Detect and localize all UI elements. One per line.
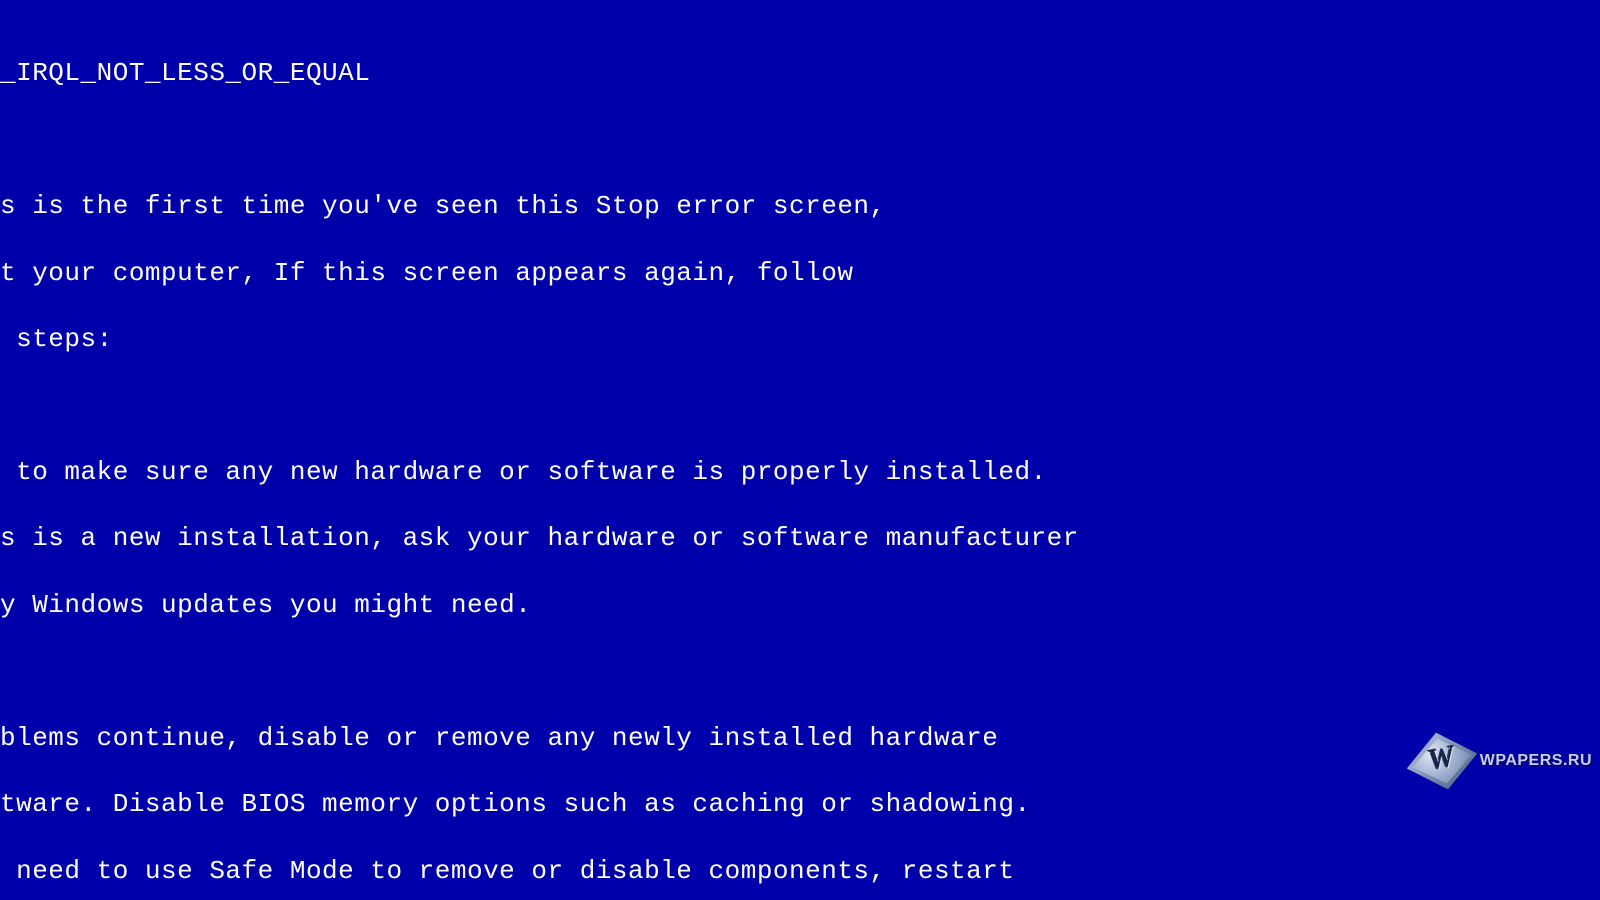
watermark-text: WPAPERS.RU [1480,751,1592,771]
bsod-line: blems continue, disable or remove any ne… [0,722,1600,755]
bsod-line: to make sure any new hardware or softwar… [0,456,1600,489]
bsod-line: steps: [0,323,1600,356]
bsod-line [0,124,1600,157]
watermark: W WPAPERS.RU [1406,732,1592,790]
bsod-line: y Windows updates you might need. [0,589,1600,622]
bsod-line: s is a new installation, ask your hardwa… [0,522,1600,555]
bsod-line [0,390,1600,423]
bsod-error-name: _IRQL_NOT_LESS_OR_EQUAL [0,57,1600,90]
bsod-line: t your computer, If this screen appears … [0,257,1600,290]
bsod-screen: _IRQL_NOT_LESS_OR_EQUAL s is the first t… [0,0,1600,900]
bsod-line: need to use Safe Mode to remove or disab… [0,855,1600,888]
watermark-badge-icon: W [1400,725,1482,797]
bsod-line [0,656,1600,689]
bsod-line: tware. Disable BIOS memory options such … [0,788,1600,821]
bsod-line: s is the first time you've seen this Sto… [0,190,1600,223]
